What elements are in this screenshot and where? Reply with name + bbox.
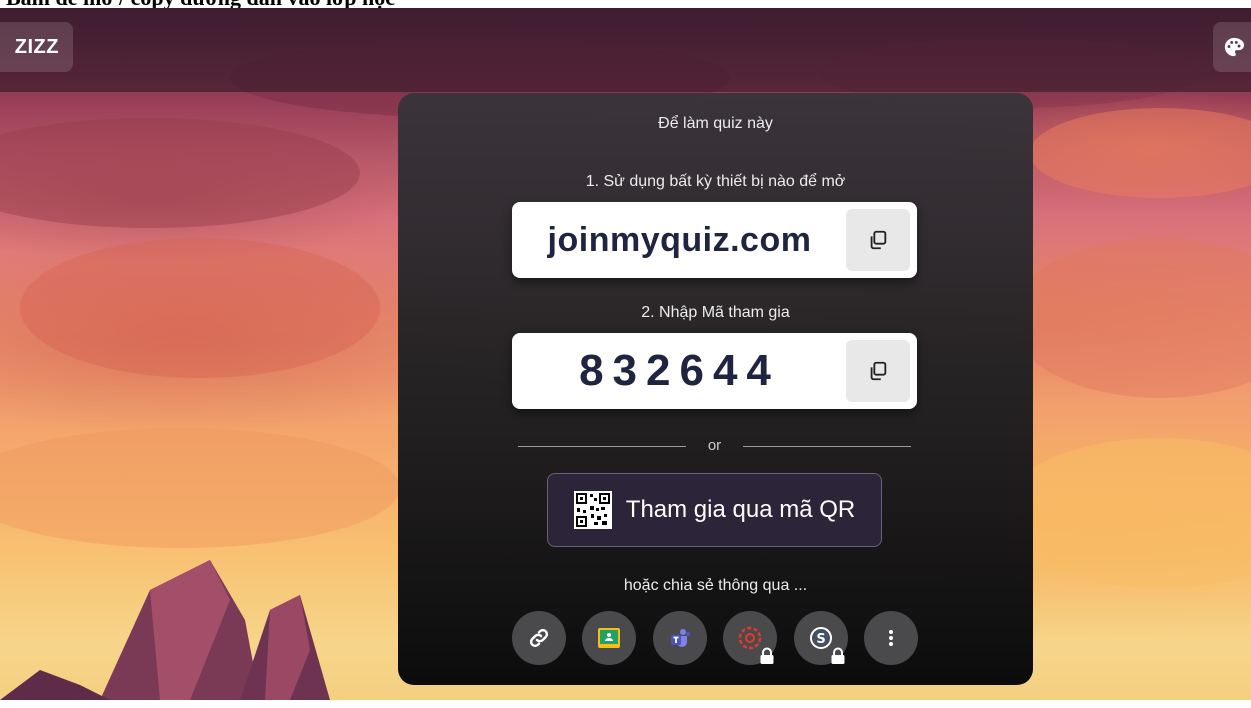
share-microsoft-teams-button[interactable] [652,611,707,665]
join-qr-button[interactable]: Tham gia qua mã QR [547,473,882,547]
join-code-text: 832644 [579,346,780,395]
lock-icon [831,647,845,664]
step1-label: 1. Sử dụng bất kỳ thiết bị nào để mở [585,173,846,190]
link-icon [529,628,549,648]
google-classroom-icon [598,628,621,648]
copy-url-button[interactable] [846,209,910,271]
copy-icon [870,230,887,250]
copy-icon [870,361,887,381]
more-options-icon [888,630,893,646]
app-logo[interactable]: ZIZZ [0,22,73,72]
or-divider: or [518,436,911,456]
lock-icon [760,647,774,664]
share-link-button[interactable] [512,611,566,665]
qr-button-label: Tham gia qua mã QR [625,496,856,523]
share-google-classroom-button[interactable] [582,611,637,665]
palette-icon [1224,37,1245,57]
step2-label: 2. Nhập Mã tham gia [641,304,790,321]
join-panel: Để làm quiz này 1. Sử dụng bất kỳ thiết … [398,93,1033,685]
share-canvas-button[interactable] [723,611,778,665]
join-url-box[interactable]: joinmyquiz.com [512,202,917,278]
join-code-box[interactable]: 832644 [512,333,917,409]
microsoft-teams-icon [670,629,690,647]
copy-code-button[interactable] [846,340,910,402]
theme-button[interactable] [1213,22,1251,72]
svg-text:S: S [816,632,825,647]
share-label: hoặc chia sẻ thông qua ... [623,577,808,594]
share-options: S [512,611,918,667]
panel-heading: Để làm quiz này [658,115,773,132]
mountain-illustration [0,560,330,700]
share-schoology-button[interactable]: S [793,611,848,665]
qr-code-icon [573,491,612,529]
top-bar: ZIZZ [0,8,1251,92]
join-url-text: joinmyquiz.com [547,221,812,259]
background-scene: ZIZZ Để làm quiz này 1. Sử dụng bất kỳ t… [0,8,1251,700]
more-share-options-button[interactable] [863,611,918,665]
